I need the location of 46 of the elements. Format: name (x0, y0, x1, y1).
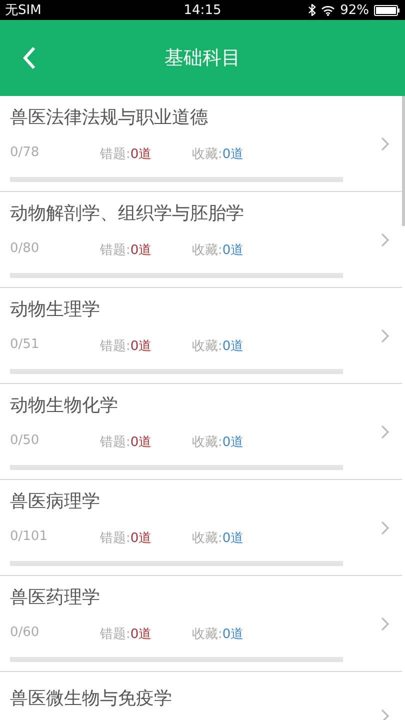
favorite-count: 收藏:0道 (192, 242, 245, 259)
chevron-icon (380, 136, 390, 152)
chevron-icon (380, 232, 390, 248)
chevron-icon (380, 424, 390, 440)
subject-item[interactable]: 动物生理学 0/51 错题:0道 收藏:0道 (0, 288, 402, 384)
battery-icon (374, 4, 400, 16)
subject-title: 兽医病理学 (10, 490, 101, 513)
subject-title: 兽医法律法规与职业道德 (10, 106, 209, 129)
subject-title: 动物生理学 (10, 298, 101, 321)
carrier-label: 无SIM (5, 2, 42, 19)
wifi-icon (321, 4, 336, 16)
subject-title: 兽医微生物与免疫学 (10, 687, 173, 710)
favorite-count: 收藏:0道 (192, 626, 245, 643)
chevron-icon (380, 708, 390, 720)
subject-item[interactable]: 兽医微生物与免疫学 (0, 672, 402, 720)
bluetooth-icon (308, 4, 316, 16)
favorite-count: 收藏:0道 (192, 434, 245, 451)
page-title: 基础科目 (164, 46, 240, 71)
progress-count: 0/50 (10, 433, 40, 450)
favorite-count: 收藏:0道 (192, 146, 245, 163)
subject-title: 动物生物化学 (10, 394, 119, 417)
chevron-icon (380, 616, 390, 632)
progress-count: 0/51 (10, 337, 40, 354)
wrong-count: 错题:0道 (100, 434, 153, 451)
progress-count: 0/101 (10, 529, 48, 546)
favorite-count: 收藏:0道 (192, 530, 245, 547)
subject-item[interactable]: 兽医病理学 0/101 错题:0道 收藏:0道 (0, 480, 402, 576)
progress-count: 0/60 (10, 625, 40, 642)
subject-item[interactable]: 动物生物化学 0/50 错题:0道 收藏:0道 (0, 384, 402, 480)
wrong-count: 错题:0道 (100, 338, 153, 355)
favorite-count: 收藏:0道 (192, 338, 245, 355)
subject-title: 兽医药理学 (10, 586, 101, 609)
chevron-icon (380, 520, 390, 536)
chevron-icon (380, 328, 390, 344)
wrong-count: 错题:0道 (100, 146, 153, 163)
wrong-count: 错题:0道 (100, 242, 153, 259)
subject-item[interactable]: 动物解剖学、组织学与胚胎学 0/80 错题:0道 收藏:0道 (0, 192, 402, 288)
wrong-count: 错题:0道 (100, 530, 153, 547)
progress-count: 0/80 (10, 241, 40, 258)
wrong-count: 错题:0道 (100, 626, 153, 643)
subject-title: 动物解剖学、组织学与胚胎学 (10, 202, 245, 225)
subject-item[interactable]: 兽医药理学 0/60 错题:0道 收藏:0道 (0, 576, 402, 672)
battery-percent: 92% (340, 2, 369, 18)
clock: 14:15 (184, 2, 222, 18)
progress-count: 0/78 (10, 145, 40, 162)
subject-item[interactable]: 兽医法律法规与职业道德 0/78 错题:0道 收藏:0道 (0, 96, 402, 192)
